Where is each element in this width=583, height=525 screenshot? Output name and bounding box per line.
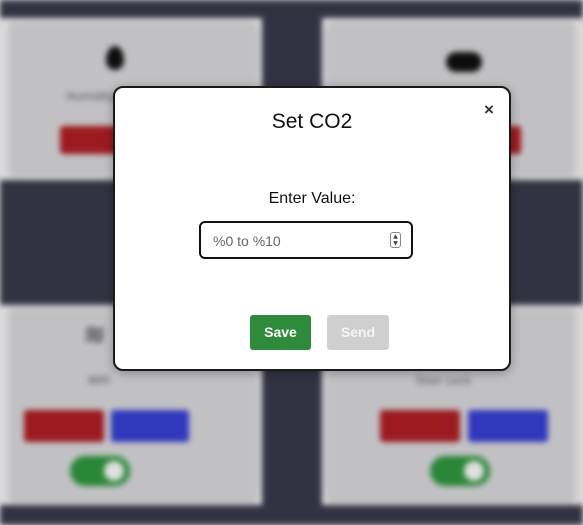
modal-title: Set CO2 [271, 110, 353, 133]
send-button[interactable]: Send [327, 315, 389, 350]
value-label: Enter Value: [268, 190, 356, 207]
close-icon[interactable]: × [481, 101, 497, 118]
value-input-container: ▲▼ [199, 221, 413, 259]
set-value-modal: Set CO2 × Enter Value: ▲▼ Save Send [113, 86, 511, 371]
save-button[interactable]: Save [250, 315, 311, 350]
spinner-icon[interactable]: ▲ ▼ [390, 232, 401, 248]
value-input[interactable] [211, 230, 385, 252]
